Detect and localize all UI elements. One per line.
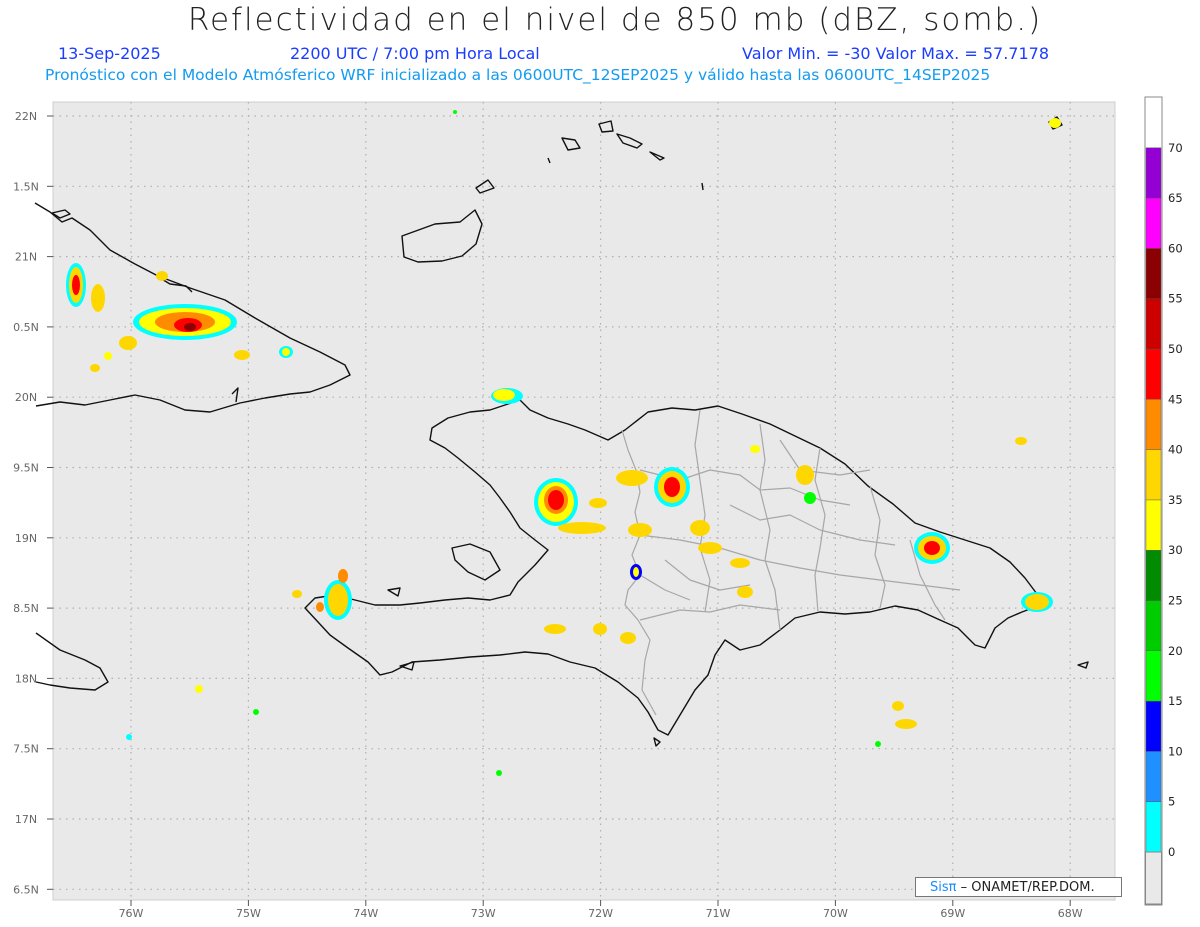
lat-label: 6.5N [13,883,39,896]
colorbar-segment [1145,650,1162,702]
colorbar-segment [1145,298,1162,350]
lat-label: 21N [15,251,37,264]
lat-label: 17N [15,813,37,826]
colorbar-label: 25 [1168,594,1183,608]
reflectivity-map: 22N 1.5N 21N 0.5N 20N 9.5N 19N 8.5N 18N 7.5N 17N 6.… [13,96,1183,920]
lon-label: 68W [1058,907,1083,920]
colorbar-segment [1145,248,1162,299]
colorbar-segment [1145,197,1162,249]
colorbar-label: 0 [1168,845,1175,859]
lon-label: 72W [588,907,613,920]
colorbar-label: 55 [1168,292,1183,306]
colorbar-label: 50 [1168,342,1183,356]
lat-label: 20N [15,391,37,404]
credit-box: Sisπ – ONAMET/REP.DOM. [915,877,1122,897]
lat-label: 9.5N [13,462,39,475]
colorbar-segment [1145,449,1162,501]
colorbar-labels: 0 5 10 15 20 25 30 35 40 45 50 55 60 65 70 [1168,141,1183,859]
colorbar-segment [1145,751,1162,802]
colorbar-label: 60 [1168,241,1183,255]
colorbar-label: 70 [1168,141,1183,155]
sis-logo-text: Sisπ [930,880,957,895]
lon-label: 69W [940,907,965,920]
colorbar-segment [1145,399,1162,450]
credit-text: – ONAMET/REP.DOM. [960,880,1095,895]
colorbar-label: 35 [1168,493,1183,507]
lat-label: 1.5N [13,180,39,193]
lat-label: 18N [15,672,37,685]
colorbar-label: 40 [1168,443,1183,457]
colorbar-label: 15 [1168,694,1183,708]
colorbar-segment [1145,700,1162,752]
colorbar-label: 65 [1168,191,1183,205]
colorbar-segment [1145,600,1162,651]
lat-label: 0.5N [13,321,39,334]
colorbar-label: 5 [1168,795,1175,809]
lon-label: 75W [236,907,261,920]
lon-label: 74W [353,907,378,920]
lat-label: 7.5N [13,743,39,756]
cell-tortuga [491,388,523,404]
colorbar-label: 10 [1168,744,1183,758]
lat-label: 19N [15,532,37,545]
colorbar-segment [1145,499,1162,551]
map-panel [52,101,1116,901]
lon-label: 70W [823,907,848,920]
colorbar-segment [1145,801,1162,853]
lon-label: 73W [471,907,496,920]
longitude-labels: 76W 75W 74W 73W 72W 71W 70W 69W 68W [119,900,1083,920]
lon-label: 76W [119,907,144,920]
colorbar-label: 30 [1168,543,1183,557]
colorbar-label: 45 [1168,392,1183,406]
colorbar-segment [1145,147,1162,199]
colorbar [1145,147,1162,853]
lat-label: 8.5N [13,602,39,615]
lon-label: 71W [706,907,731,920]
colorbar-segment [1145,550,1162,601]
latitude-labels: 22N 1.5N 21N 0.5N 20N 9.5N 19N 8.5N 18N 7.5N 17N 6.… [13,110,53,896]
colorbar-segment [1145,348,1162,400]
lat-label: 22N [15,110,37,123]
colorbar-label: 20 [1168,644,1183,658]
